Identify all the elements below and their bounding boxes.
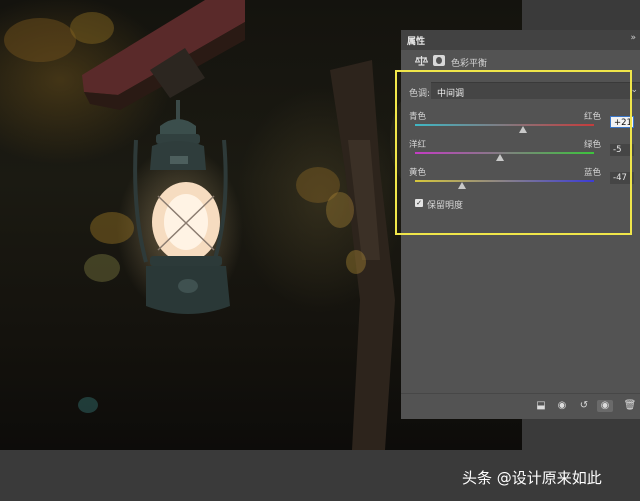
view-previous-state-icon[interactable]: ◉ xyxy=(554,400,570,412)
adjustment-title: 色彩平衡 xyxy=(451,59,488,69)
highlight-frame xyxy=(395,70,632,235)
panel-tab-bar: 属性 » xyxy=(401,30,640,50)
balance-scale-icon xyxy=(415,56,428,66)
top-right-background xyxy=(522,0,640,30)
adjustment-header: 色彩平衡 xyxy=(401,50,640,72)
reset-icon[interactable]: ↺ xyxy=(577,400,591,412)
layer-mask-icon[interactable] xyxy=(433,55,445,66)
clip-to-layer-icon[interactable]: ⬓ xyxy=(533,400,549,412)
trash-icon[interactable]: 🗑 xyxy=(623,400,637,412)
tab-properties[interactable]: 属性 xyxy=(407,34,425,47)
double-chevron-right-icon[interactable]: » xyxy=(630,33,636,43)
panel-footer: ⬓ ◉ ↺ ◉ 🗑 xyxy=(401,393,640,419)
watermark-text: 头条 @设计原来如此 xyxy=(462,469,602,487)
visibility-eye-icon[interactable]: ◉ xyxy=(597,400,613,412)
